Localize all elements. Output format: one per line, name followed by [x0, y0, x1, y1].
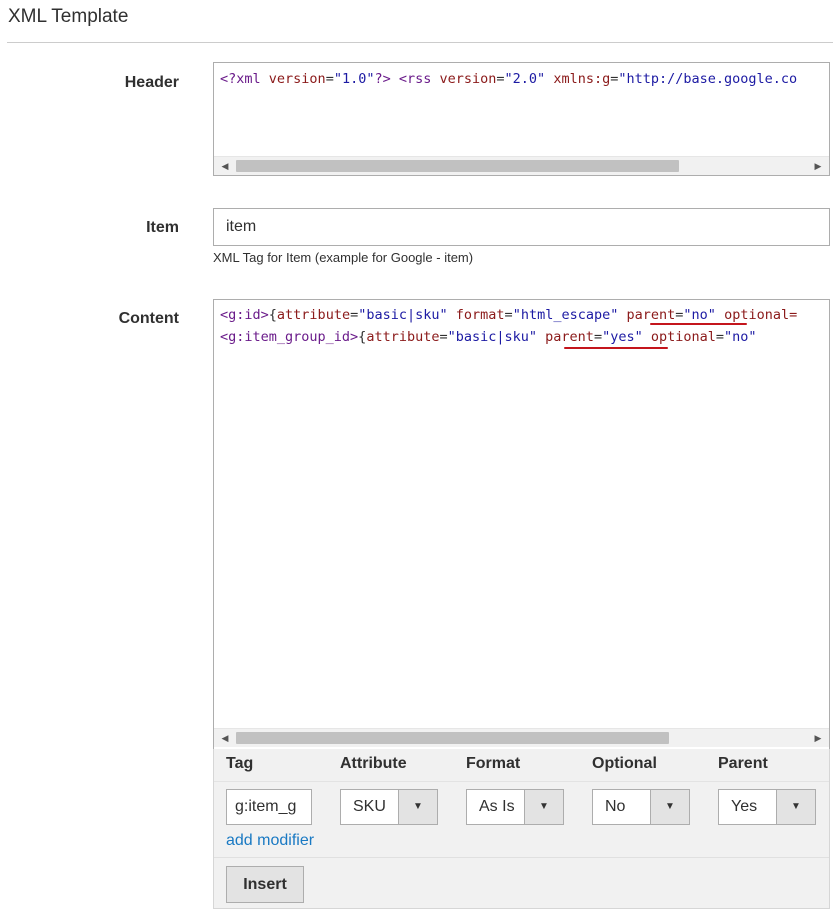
code-token: version — [439, 71, 497, 87]
annotation-underline-parent-yes — [564, 347, 668, 349]
chevron-down-icon[interactable]: ▼ — [398, 790, 437, 824]
content-label: Content — [118, 310, 179, 327]
scroll-right-icon[interactable]: ▶ — [809, 729, 827, 747]
code-token: format — [455, 307, 505, 323]
chevron-down-icon[interactable]: ▼ — [650, 790, 689, 824]
code-token: parent — [545, 329, 594, 345]
item-label: Item — [146, 219, 179, 236]
scroll-right-icon[interactable]: ▶ — [809, 157, 827, 175]
scroll-left-icon[interactable]: ◀ — [216, 157, 234, 175]
format-select-value: As Is — [479, 798, 515, 815]
content-horizontal-scrollbar[interactable]: ◀ ▶ — [214, 728, 829, 747]
scrollbar-thumb[interactable] — [236, 160, 679, 172]
add-modifier-link[interactable]: add modifier — [226, 832, 314, 850]
code-token: = — [715, 329, 725, 345]
code-token: ?> <rss — [374, 71, 440, 87]
code-token: { — [268, 307, 277, 323]
column-header-attribute: Attribute — [340, 755, 407, 772]
column-header-optional: Optional — [592, 755, 657, 772]
code-token: = — [350, 307, 359, 323]
code-token: = — [439, 329, 448, 345]
code-token: "http://base.google.co — [618, 71, 798, 87]
scrollbar-thumb[interactable] — [236, 732, 669, 744]
code-token: "yes" — [602, 329, 643, 345]
code-token: "no" — [683, 307, 716, 323]
column-header-tag: Tag — [226, 755, 254, 772]
annotation-underline-parent-no — [650, 323, 747, 325]
optional-select[interactable]: No ▼ — [592, 789, 690, 825]
column-header-format: Format — [466, 755, 521, 772]
code-token: = — [593, 329, 603, 345]
code-token: "1.0" — [333, 71, 375, 87]
code-token: xmlns:g — [553, 71, 611, 87]
column-header-parent: Parent — [718, 755, 768, 772]
attribute-select[interactable]: SKU ▼ — [340, 789, 438, 825]
chevron-down-icon[interactable]: ▼ — [524, 790, 563, 824]
format-select[interactable]: As Is ▼ — [466, 789, 564, 825]
chevron-down-icon[interactable]: ▼ — [776, 790, 815, 824]
item-input[interactable]: item — [213, 208, 830, 246]
code-token: optional= — [724, 307, 798, 323]
section-title: XML Template — [8, 6, 129, 27]
tag-input[interactable]: g:item_g — [226, 789, 312, 825]
code-token: attribute — [276, 307, 351, 323]
code-token: <g:id> — [220, 307, 269, 323]
code-token: optional — [650, 329, 716, 345]
content-textarea[interactable]: <g:id>{attribute="basic|sku" format="htm… — [213, 299, 830, 750]
code-token: "basic|sku" — [447, 329, 538, 345]
item-help-note: XML Tag for Item (example for Google - i… — [213, 250, 474, 265]
header-horizontal-scrollbar[interactable]: ◀ ▶ — [214, 156, 829, 175]
code-line: <g:item_group_id>{attribute="basic|sku" … — [220, 326, 829, 348]
code-token: "no" — [724, 329, 757, 345]
code-token: = — [496, 71, 505, 87]
insert-button[interactable]: Insert — [226, 866, 304, 903]
code-token: = — [325, 71, 334, 87]
footer-divider — [214, 857, 829, 858]
code-token: attribute — [366, 329, 440, 345]
code-token: parent — [626, 307, 676, 323]
code-token: "basic|sku" — [358, 307, 448, 323]
code-token: = — [504, 307, 513, 323]
parent-select-value: Yes — [731, 798, 758, 815]
code-token: "html_escape" — [512, 307, 619, 323]
scroll-left-icon[interactable]: ◀ — [216, 729, 234, 747]
header-label: Header — [124, 74, 179, 91]
header-textarea[interactable]: <?xml version="1.0"?> <rss version="2.0"… — [213, 62, 830, 176]
header-divider — [214, 781, 829, 782]
section-divider — [7, 42, 833, 43]
code-token: <?xml — [220, 71, 269, 87]
code-token: "2.0" — [504, 71, 546, 87]
attribute-select-value: SKU — [353, 798, 386, 815]
modifier-panel: Tag Attribute Format Optional Parent g:i… — [213, 749, 830, 909]
code-token: version — [268, 71, 326, 87]
header-code-text: <?xml version="1.0"?> <rss version="2.0"… — [214, 63, 829, 90]
optional-select-value: No — [605, 798, 626, 815]
code-token: <g:item_group_id> — [220, 329, 359, 345]
parent-select[interactable]: Yes ▼ — [718, 789, 816, 825]
